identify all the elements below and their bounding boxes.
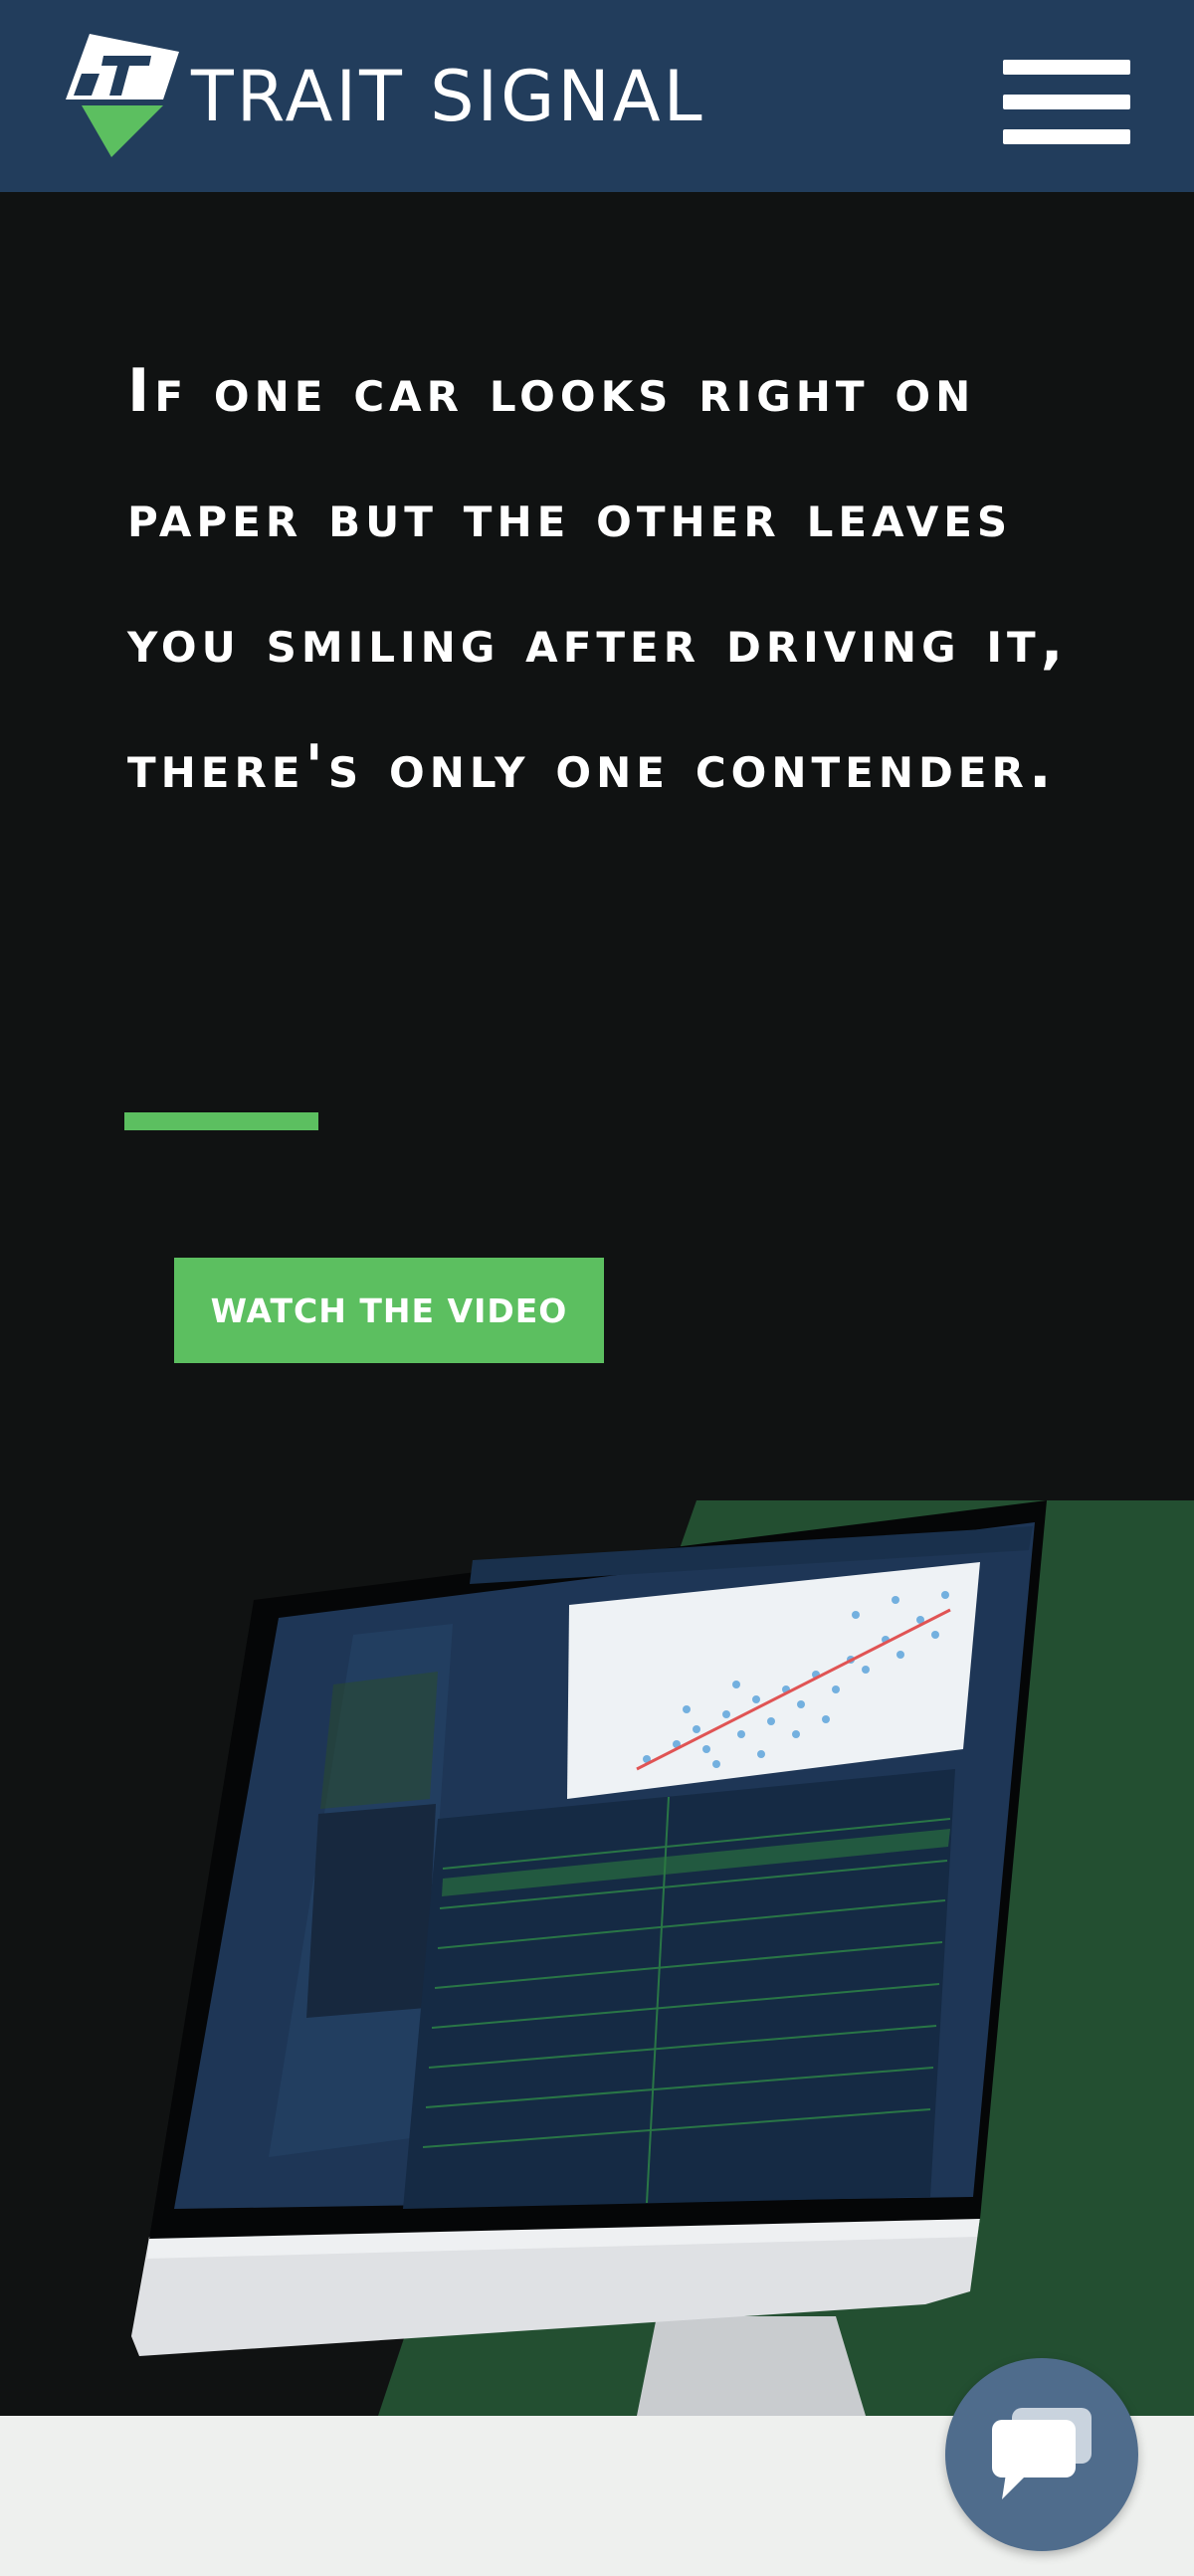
trait-signal-logo-icon[interactable] bbox=[52, 34, 179, 157]
watch-video-button[interactable]: WATCH THE VIDEO bbox=[174, 1258, 604, 1363]
site-header: TRAIT SIGNAL bbox=[0, 0, 1194, 192]
brand-name[interactable]: TRAIT SIGNAL bbox=[191, 52, 705, 141]
chat-bubble-icon bbox=[992, 2408, 1092, 2499]
hamburger-menu-icon[interactable] bbox=[1003, 60, 1130, 145]
chat-button[interactable] bbox=[945, 2358, 1138, 2551]
hero-headline: If one car looks right on paper but the … bbox=[127, 356, 1069, 802]
headline-underline bbox=[124, 1112, 318, 1130]
dashboard-monitor-image bbox=[131, 1500, 1047, 2416]
